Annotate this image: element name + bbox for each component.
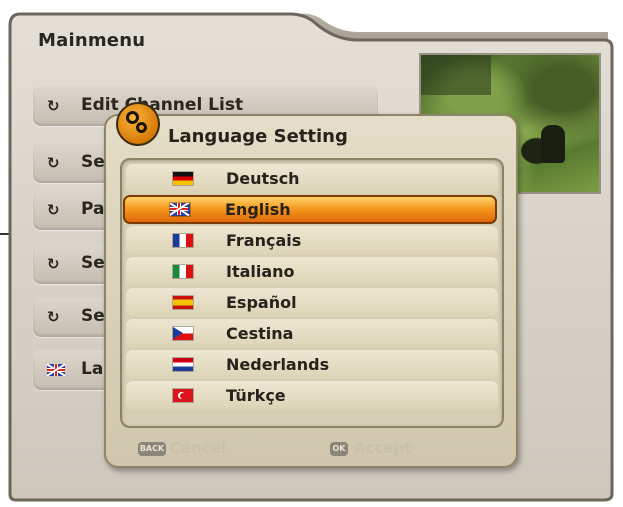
language-setting-dialog: Language Setting Deutsch English Françai…	[104, 102, 518, 468]
loop-arrow-icon: ↻	[47, 308, 60, 326]
spain-flag-icon	[173, 296, 193, 309]
loop-arrow-icon: ↻	[47, 97, 60, 115]
menu-item-label: Pa	[81, 199, 105, 219]
back-key-icon: BACK	[138, 442, 166, 456]
language-list: Deutsch English Français Italiano Españo…	[120, 158, 504, 428]
language-label: Italiano	[226, 262, 295, 281]
loop-arrow-icon: ↻	[47, 255, 60, 273]
uk-flag-icon	[170, 203, 190, 216]
language-option-espanol[interactable]: Español	[126, 288, 498, 317]
menu-item-label: Edit Channel List	[81, 95, 244, 115]
language-label: Español	[226, 293, 297, 312]
ok-key-icon: OK	[330, 442, 348, 456]
language-label: Cestina	[226, 324, 294, 343]
language-label: Nederlands	[226, 355, 330, 374]
language-label: Türkçe	[226, 386, 286, 405]
language-option-nederlands[interactable]: Nederlands	[126, 350, 498, 379]
menu-item-label: Se	[81, 152, 105, 172]
accept-button[interactable]: Accept	[354, 439, 411, 457]
language-option-deutsch[interactable]: Deutsch	[126, 164, 498, 193]
menu-item-label: Se	[81, 253, 105, 273]
cancel-button[interactable]: Cancel	[170, 439, 226, 457]
netherlands-flag-icon	[173, 358, 193, 371]
language-label: Français	[226, 231, 302, 250]
language-option-cestina[interactable]: Cestina	[126, 319, 498, 348]
france-flag-icon	[173, 234, 193, 247]
uk-flag-icon	[47, 364, 65, 376]
menu-item-label: La	[81, 359, 104, 379]
loop-arrow-icon: ↻	[47, 201, 60, 219]
settings-gears-icon	[116, 102, 160, 146]
language-label: English	[225, 200, 291, 219]
turkey-flag-icon	[173, 389, 193, 402]
language-option-turkce[interactable]: Türkçe	[126, 381, 498, 410]
language-label: Deutsch	[226, 169, 300, 188]
language-option-francais[interactable]: Français	[126, 226, 498, 255]
dialog-title: Language Setting	[168, 126, 348, 147]
language-option-italiano[interactable]: Italiano	[126, 257, 498, 286]
italy-flag-icon	[173, 265, 193, 278]
germany-flag-icon	[173, 172, 193, 185]
czech-flag-icon	[173, 327, 193, 340]
menu-item-label: Se	[81, 306, 105, 326]
language-option-english[interactable]: English	[123, 195, 497, 224]
main-menu-title: Mainmenu	[38, 30, 146, 51]
loop-arrow-icon: ↻	[47, 154, 60, 172]
